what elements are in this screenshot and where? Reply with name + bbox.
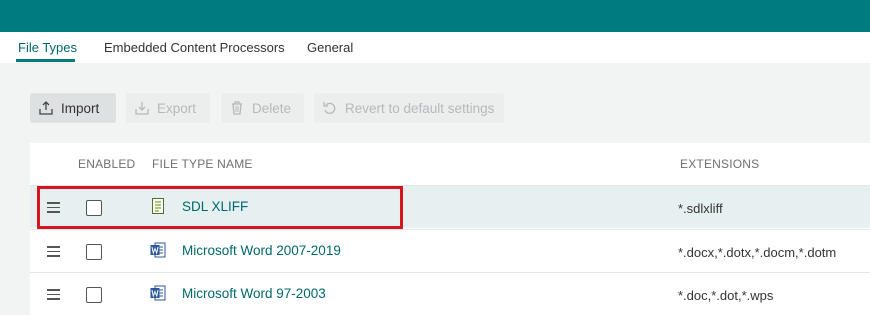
xliff-file-icon bbox=[152, 198, 164, 214]
file-type-name-link[interactable]: Microsoft Word 2007-2019 bbox=[182, 243, 341, 258]
delete-button[interactable]: Delete bbox=[221, 93, 304, 123]
column-header-extensions[interactable]: EXTENSIONS bbox=[680, 157, 759, 171]
export-label: Export bbox=[157, 100, 197, 116]
word-icon bbox=[150, 242, 166, 258]
table-row[interactable]: Microsoft Word 97-2003 *.doc,*.dot,*.wps bbox=[30, 272, 870, 315]
revert-label: Revert to default settings bbox=[345, 100, 495, 116]
enabled-checkbox[interactable] bbox=[86, 244, 102, 260]
enabled-checkbox[interactable] bbox=[86, 200, 102, 216]
column-header-file-type-name[interactable]: FILE TYPE NAME bbox=[152, 157, 253, 171]
column-header-enabled[interactable]: ENABLED bbox=[78, 157, 135, 171]
tab-bar: File Types Embedded Content Processors G… bbox=[0, 32, 870, 63]
file-types-grid: ENABLED FILE TYPE NAME EXTENSIONS SDL XL… bbox=[30, 143, 870, 315]
import-label: Import bbox=[61, 100, 100, 116]
file-type-extensions: *.docx,*.dotx,*.docm,*.dotm bbox=[678, 245, 837, 260]
tab-embedded-content-processors[interactable]: Embedded Content Processors bbox=[104, 40, 285, 55]
tab-file-types[interactable]: File Types bbox=[18, 40, 77, 55]
file-type-extensions: *.sdlxliff bbox=[678, 201, 723, 216]
import-icon bbox=[39, 101, 53, 115]
revert-to-default-button[interactable]: Revert to default settings bbox=[314, 93, 504, 123]
table-row[interactable]: SDL XLIFF *.sdlxliff bbox=[30, 185, 870, 228]
drag-handle-icon[interactable] bbox=[47, 202, 60, 213]
tab-general[interactable]: General bbox=[307, 40, 353, 55]
app-header-bar bbox=[0, 0, 870, 32]
file-type-extensions: *.doc,*.dot,*.wps bbox=[678, 288, 774, 303]
drag-handle-icon[interactable] bbox=[47, 289, 60, 300]
active-tab-indicator bbox=[16, 59, 75, 62]
export-icon bbox=[135, 102, 149, 115]
word-icon bbox=[150, 285, 166, 301]
drag-handle-icon[interactable] bbox=[47, 246, 60, 257]
undo-icon bbox=[323, 102, 336, 114]
file-type-name-link[interactable]: Microsoft Word 97-2003 bbox=[182, 286, 326, 301]
enabled-checkbox[interactable] bbox=[86, 287, 102, 303]
delete-label: Delete bbox=[252, 100, 292, 116]
file-type-name-link[interactable]: SDL XLIFF bbox=[182, 199, 248, 214]
trash-icon bbox=[232, 101, 242, 115]
import-button[interactable]: Import bbox=[30, 93, 116, 123]
table-row[interactable]: Microsoft Word 2007-2019 *.docx,*.dotx,*… bbox=[30, 229, 870, 272]
export-button[interactable]: Export bbox=[126, 93, 210, 123]
